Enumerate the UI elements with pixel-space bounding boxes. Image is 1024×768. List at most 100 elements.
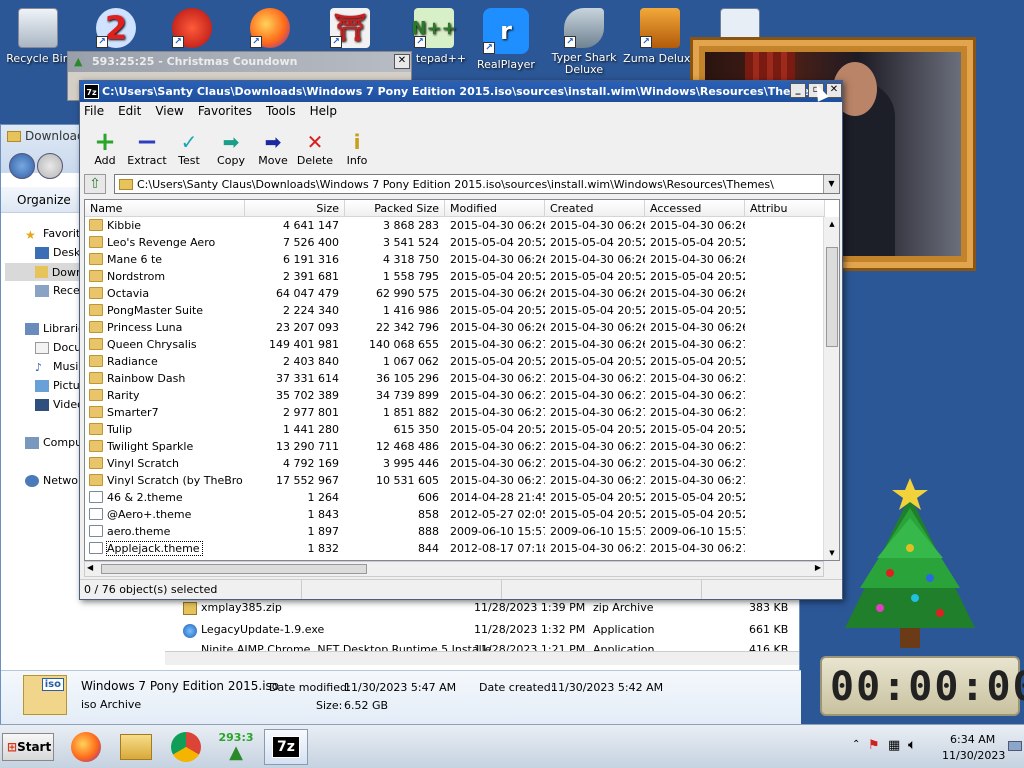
test-button[interactable]: ✓ Test xyxy=(168,121,210,169)
nav-libraries[interactable]: Librarie xyxy=(25,322,85,335)
table-row[interactable]: Queen Chrysalis 149 401 981 140 068 655 201… xyxy=(85,336,825,353)
clock-time[interactable]: 6:34 AM xyxy=(950,733,995,746)
clock-date[interactable]: 11/30/2023 xyxy=(942,749,1005,762)
table-row[interactable]: Nordstrom 2 391 681 1 558 795 2015-05-04 20… xyxy=(85,268,825,285)
table-row[interactable]: Rainbow Dash 37 331 614 36 105 296 2015-04-… xyxy=(85,370,825,387)
start-button[interactable]: ⊞Start xyxy=(2,733,54,761)
chevron-down-icon[interactable]: ▼ xyxy=(823,175,839,193)
table-row[interactable]: 46 & 2.theme 1 264 606 2014-04-28 21:45 2015… xyxy=(85,489,825,506)
organize-button[interactable]: Organize xyxy=(17,193,71,207)
move-button[interactable]: ➡ Move xyxy=(252,121,294,169)
up-folder-button[interactable]: ⇧ xyxy=(84,174,106,194)
nav-desktop[interactable]: Desk xyxy=(35,246,80,259)
cell-accessed: 2015-04-30 06:27 xyxy=(650,542,745,555)
desktop-icon-creature[interactable]: ↗ xyxy=(154,8,230,52)
7zip-titlebar[interactable]: 7z C:\Users\Santy Claus\Downloads\Window… xyxy=(80,81,842,102)
col-header-created[interactable]: Created xyxy=(545,200,645,217)
explorer-hscrollbar[interactable] xyxy=(165,651,799,665)
show-hidden-icons-button[interactable]: ⌃ xyxy=(852,739,860,750)
menu-view[interactable]: View xyxy=(155,104,183,119)
network-icon[interactable]: ▦ xyxy=(888,738,900,753)
scroll-thumb[interactable] xyxy=(101,564,367,574)
list-item[interactable]: LegacyUpdate-1.9.exe 11/28/2023 1:32 PM … xyxy=(183,623,803,643)
table-row[interactable]: Vinyl Scratch 4 792 169 3 995 446 2015-04-3… xyxy=(85,455,825,472)
menu-file[interactable]: File xyxy=(84,104,104,119)
table-row[interactable]: Octavia 64 047 479 62 990 575 2015-04-30 06… xyxy=(85,285,825,302)
7zip-window: 7z C:\Users\Santy Claus\Downloads\Window… xyxy=(79,80,843,600)
cell-name: Twilight Sparkle xyxy=(107,440,194,453)
taskbar-chrome[interactable] xyxy=(164,729,208,765)
address-input[interactable]: C:\Users\Santy Claus\Downloads\Windows 7… xyxy=(114,174,840,194)
horizontal-scrollbar[interactable]: ◀ ▶ xyxy=(84,561,824,577)
col-header-size[interactable]: Size xyxy=(245,200,345,217)
nav-documents[interactable]: Docu xyxy=(35,341,81,354)
menu-help[interactable]: Help xyxy=(310,104,337,119)
menu-edit[interactable]: Edit xyxy=(118,104,141,119)
table-row[interactable]: Radiance 2 403 840 1 067 062 2015-05-04 20:… xyxy=(85,353,825,370)
taskbar-explorer[interactable] xyxy=(114,729,158,765)
back-button[interactable] xyxy=(9,153,35,179)
desktop-icon-zuma[interactable]: ↗ Zuma Deluxe xyxy=(622,8,698,65)
desktop-icon-typer-shark[interactable]: ↗ Typer Shark Deluxe xyxy=(546,8,622,76)
taskbar-firefox[interactable] xyxy=(64,729,108,765)
col-header-name[interactable]: Name xyxy=(85,200,245,217)
table-row[interactable]: Princess Luna 23 207 093 22 342 796 2015-04… xyxy=(85,319,825,336)
desktop-icon-realplayer[interactable]: r ↗ RealPlayer xyxy=(468,8,544,71)
desktop-icon-firefox[interactable]: ↗ xyxy=(232,8,308,52)
nav-music[interactable]: ♪ Musi xyxy=(35,360,78,374)
table-row[interactable]: Kibbie 4 641 147 3 868 283 2015-04-30 06:26… xyxy=(85,217,825,234)
scroll-left-icon[interactable]: ◀ xyxy=(87,563,93,572)
col-header-packed-size[interactable]: Packed Size xyxy=(345,200,445,217)
delete-button[interactable]: ✕ Delete xyxy=(294,121,336,169)
scroll-thumb[interactable] xyxy=(826,247,838,347)
show-desktop-button[interactable] xyxy=(1008,741,1022,751)
cell-size: 4 792 169 xyxy=(283,457,339,470)
menu-favorites[interactable]: Favorites xyxy=(198,104,252,119)
table-row[interactable]: Applejack.theme 1 832 844 2012-08-17 07:18 2… xyxy=(85,540,825,557)
table-row[interactable]: aero.theme 1 897 888 2009-06-10 15:57 2009-0… xyxy=(85,523,825,540)
forward-button[interactable] xyxy=(37,153,63,179)
volume-icon[interactable]: 🔈︎ xyxy=(908,737,916,753)
scroll-up-icon[interactable]: ▲ xyxy=(824,217,839,231)
add-button[interactable]: + Add xyxy=(84,121,126,169)
table-row[interactable]: @Aero+.theme 1 843 858 2012-05-27 02:05 2015… xyxy=(85,506,825,523)
nav-downloads[interactable]: Down xyxy=(5,263,83,281)
table-row[interactable]: Vinyl Scratch (by TheBron... 17 552 967 10… xyxy=(85,472,825,489)
table-row[interactable]: Smarter7 2 977 801 1 851 882 2015-04-30 06:… xyxy=(85,404,825,421)
cell-size: 1 843 xyxy=(307,508,340,521)
cell-accessed: 2015-04-30 06:26 xyxy=(650,287,745,300)
table-row[interactable]: Leo's Revenge Aero 7 526 400 3 541 524 2015… xyxy=(85,234,825,251)
clock-gadget[interactable]: 00:00:00 xyxy=(820,656,1024,716)
action-center-icon[interactable]: ⚑ xyxy=(868,738,880,753)
table-row[interactable]: Rarity 35 702 389 34 739 899 2015-04-30 06:… xyxy=(85,387,825,404)
col-header-modified[interactable]: Modified xyxy=(445,200,545,217)
desktop-icon-shrine[interactable]: ⛩ ↗ xyxy=(312,8,388,52)
nav-pictures[interactable]: Pictu xyxy=(35,379,80,392)
cell-packed: 1 558 795 xyxy=(383,270,439,283)
taskbar-7zip[interactable]: 7z xyxy=(264,729,308,765)
table-row[interactable]: Mane 6 te 6 191 316 4 318 750 2015-04-30 06… xyxy=(85,251,825,268)
table-row[interactable]: Tulip 1 441 280 615 350 2015-05-04 20:52 201… xyxy=(85,421,825,438)
cell-packed: 1 851 882 xyxy=(383,406,439,419)
desktop-icon-recycle-bin[interactable]: Recycle Bin xyxy=(0,8,76,65)
nav-network[interactable]: Networ xyxy=(25,474,83,487)
nav-recent[interactable]: Rece xyxy=(35,284,80,297)
countdown-titlebar[interactable]: ▲ 593:25:25 - Christmas Coundown xyxy=(68,52,411,72)
nav-videos[interactable]: Video xyxy=(35,398,84,411)
table-row[interactable]: PongMaster Suite 2 224 340 1 416 986 2015-0… xyxy=(85,302,825,319)
nav-favorites[interactable]: ★ Favorit xyxy=(25,227,80,242)
desktop-icon-help[interactable]: 2 ↗ xyxy=(78,8,154,52)
taskbar-countdown[interactable]: 293:3 ▲ xyxy=(214,729,258,765)
scroll-right-icon[interactable]: ▶ xyxy=(815,563,821,572)
info-button[interactable]: i Info xyxy=(336,121,378,169)
col-header-accessed[interactable]: Accessed xyxy=(645,200,745,217)
menu-tools[interactable]: Tools xyxy=(266,104,296,119)
nav-computer[interactable]: Compu xyxy=(25,436,82,449)
table-row[interactable]: Twilight Sparkle 13 290 711 12 468 486 2015… xyxy=(85,438,825,455)
minimize-button[interactable]: _ xyxy=(790,83,806,98)
close-icon[interactable]: ✕ xyxy=(394,54,410,69)
list-item[interactable]: xmplay385.zip 11/28/2023 1:39 PM zip Arc… xyxy=(183,601,803,621)
extract-button[interactable]: − Extract xyxy=(126,121,168,169)
copy-button[interactable]: ➡ Copy xyxy=(210,121,252,169)
col-header-attributes[interactable]: Attribu xyxy=(745,200,825,217)
